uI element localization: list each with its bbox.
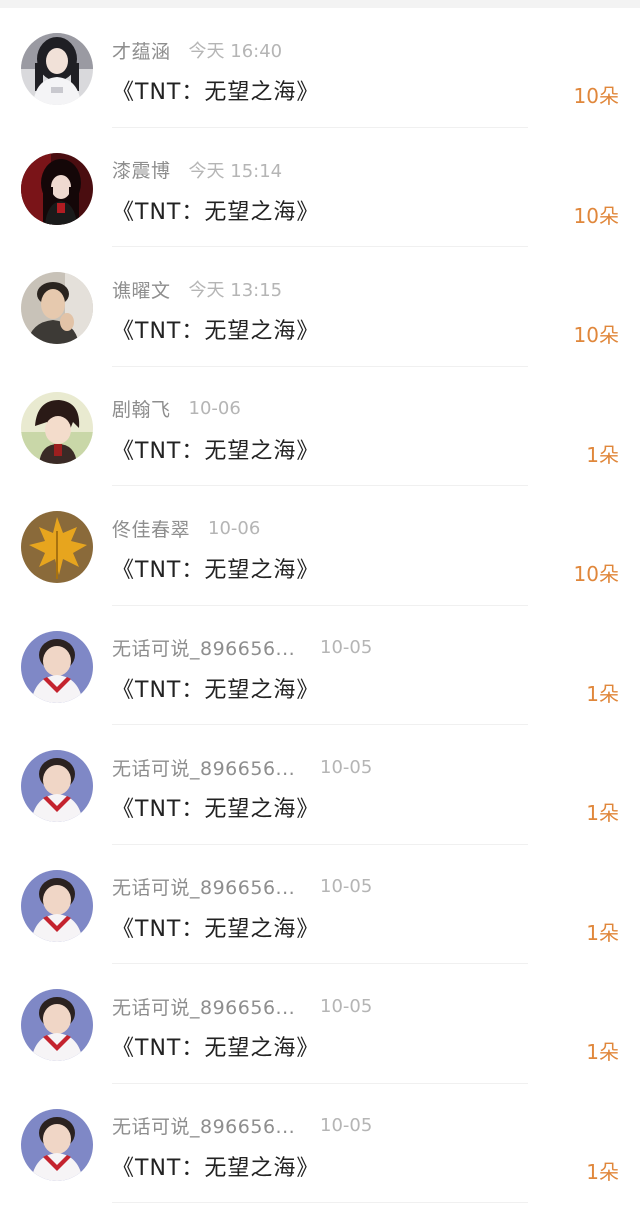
girl-photo-avatar: [21, 33, 93, 105]
sender-name[interactable]: 剧翰飞: [112, 395, 171, 422]
timestamp: 今天 16:40: [188, 41, 283, 62]
sender-name[interactable]: 无话可说_896656...: [112, 634, 302, 661]
flower-count: 1朵: [586, 681, 619, 706]
item-meta: 无话可说_896656... 10-05: [112, 873, 372, 901]
anime-dark-avatar: [21, 152, 93, 225]
sender-name[interactable]: 才蕴涵: [112, 37, 171, 64]
list-item[interactable]: 漆震博 今天 15:14 《TNT：无望之海》 10朵: [0, 127, 640, 247]
avatar[interactable]: [21, 391, 93, 464]
list-item[interactable]: 剧翰飞 10-06 《TNT：无望之海》 1朵: [0, 366, 640, 486]
gift-record-list: 才蕴涵 今天 16:40 《TNT：无望之海》 10朵 漆震博 今天 15:14…: [0, 8, 640, 1203]
sender-name[interactable]: 无话可说_896656...: [112, 1112, 302, 1139]
flower-count: 1朵: [586, 801, 619, 825]
anime-boy-avatar: [21, 391, 93, 464]
timestamp: 今天 13:15: [188, 280, 283, 301]
item-meta: 无话可说_896656... 10-05: [112, 1112, 372, 1140]
timestamp: 10-05: [320, 756, 373, 778]
work-title[interactable]: 《TNT：无望之海》: [112, 791, 319, 823]
avatar[interactable]: [21, 1108, 93, 1181]
sender-name[interactable]: 漆震博: [112, 156, 171, 183]
timestamp: 10-05: [320, 1115, 373, 1136]
item-meta: 谯曜文 今天 13:15: [112, 275, 282, 303]
child-sailor-avatar: [21, 869, 93, 942]
avatar[interactable]: [21, 750, 93, 822]
item-meta: 无话可说_896656... 10-05: [112, 753, 372, 781]
work-title[interactable]: 《TNT：无望之海》: [112, 1030, 319, 1062]
item-meta: 佟佳春翠 10-06: [112, 514, 260, 542]
timestamp: 10-05: [320, 637, 373, 658]
flower-count: 1朵: [586, 1159, 619, 1184]
avatar[interactable]: [21, 630, 93, 703]
work-title[interactable]: 《TNT：无望之海》: [112, 313, 319, 345]
avatar[interactable]: [21, 869, 93, 942]
item-meta: 无话可说_896656... 10-05: [112, 634, 372, 662]
work-title[interactable]: 《TNT：无望之海》: [112, 911, 319, 943]
list-item[interactable]: 佟佳春翠 10-06 《TNT：无望之海》 10朵: [0, 486, 640, 606]
flower-count: 10朵: [573, 323, 619, 347]
flower-count: 1朵: [586, 442, 619, 467]
child-sailor-avatar: [21, 750, 93, 822]
list-item[interactable]: 无话可说_896656... 10-05 《TNT：无望之海》 1朵: [0, 605, 640, 725]
list-item[interactable]: 无话可说_896656... 10-05 《TNT：无望之海》 1朵: [0, 725, 640, 845]
item-meta: 无话可说_896656... 10-05: [112, 992, 372, 1020]
avatar[interactable]: [21, 33, 93, 105]
boy-photo-avatar: [21, 272, 93, 344]
work-title[interactable]: 《TNT：无望之海》: [112, 74, 319, 106]
item-meta: 才蕴涵 今天 16:40: [112, 36, 282, 64]
item-meta: 漆震博 今天 15:14: [112, 156, 282, 184]
work-title[interactable]: 《TNT：无望之海》: [112, 552, 319, 584]
child-sailor-avatar: [21, 1108, 93, 1181]
work-title[interactable]: 《TNT：无望之海》: [112, 672, 319, 704]
list-item[interactable]: 无话可说_896656... 10-05 《TNT：无望之海》 1朵: [0, 1083, 640, 1203]
work-title[interactable]: 《TNT：无望之海》: [112, 1150, 319, 1182]
sender-name[interactable]: 无话可说_896656...: [112, 754, 302, 781]
work-title[interactable]: 《TNT：无望之海》: [112, 194, 319, 226]
flower-count: 10朵: [573, 203, 619, 228]
timestamp: 10-05: [320, 876, 373, 897]
avatar[interactable]: [21, 272, 93, 344]
flower-count: 1朵: [586, 1040, 619, 1064]
list-item[interactable]: 才蕴涵 今天 16:40 《TNT：无望之海》 10朵: [0, 8, 640, 128]
sender-name[interactable]: 无话可说_896656...: [112, 993, 302, 1020]
list-item[interactable]: 无话可说_896656... 10-05 《TNT：无望之海》 1朵: [0, 844, 640, 964]
flower-count: 10朵: [573, 84, 619, 108]
avatar[interactable]: [21, 152, 93, 225]
child-sailor-avatar: [21, 989, 93, 1061]
flower-count: 1朵: [586, 920, 619, 945]
timestamp: 10-06: [188, 398, 241, 419]
sender-name[interactable]: 无话可说_896656...: [112, 873, 302, 900]
timestamp: 今天 15:14: [188, 160, 283, 182]
avatar[interactable]: [21, 511, 93, 583]
item-meta: 剧翰飞 10-06: [112, 395, 241, 423]
timestamp: 10-05: [320, 995, 373, 1017]
child-sailor-avatar: [21, 630, 93, 703]
avatar[interactable]: [21, 989, 93, 1061]
sender-name[interactable]: 谯曜文: [112, 276, 171, 303]
timestamp: 10-06: [208, 517, 261, 539]
flower-count: 10朵: [573, 562, 619, 586]
top-status-strip: [0, 0, 640, 8]
list-item[interactable]: 谯曜文 今天 13:15 《TNT：无望之海》 10朵: [0, 247, 640, 367]
work-title[interactable]: 《TNT：无望之海》: [112, 433, 319, 465]
sender-name[interactable]: 佟佳春翠: [112, 515, 190, 542]
maple-leaf-avatar: [21, 511, 93, 583]
list-item[interactable]: 无话可说_896656... 10-05 《TNT：无望之海》 1朵: [0, 964, 640, 1084]
